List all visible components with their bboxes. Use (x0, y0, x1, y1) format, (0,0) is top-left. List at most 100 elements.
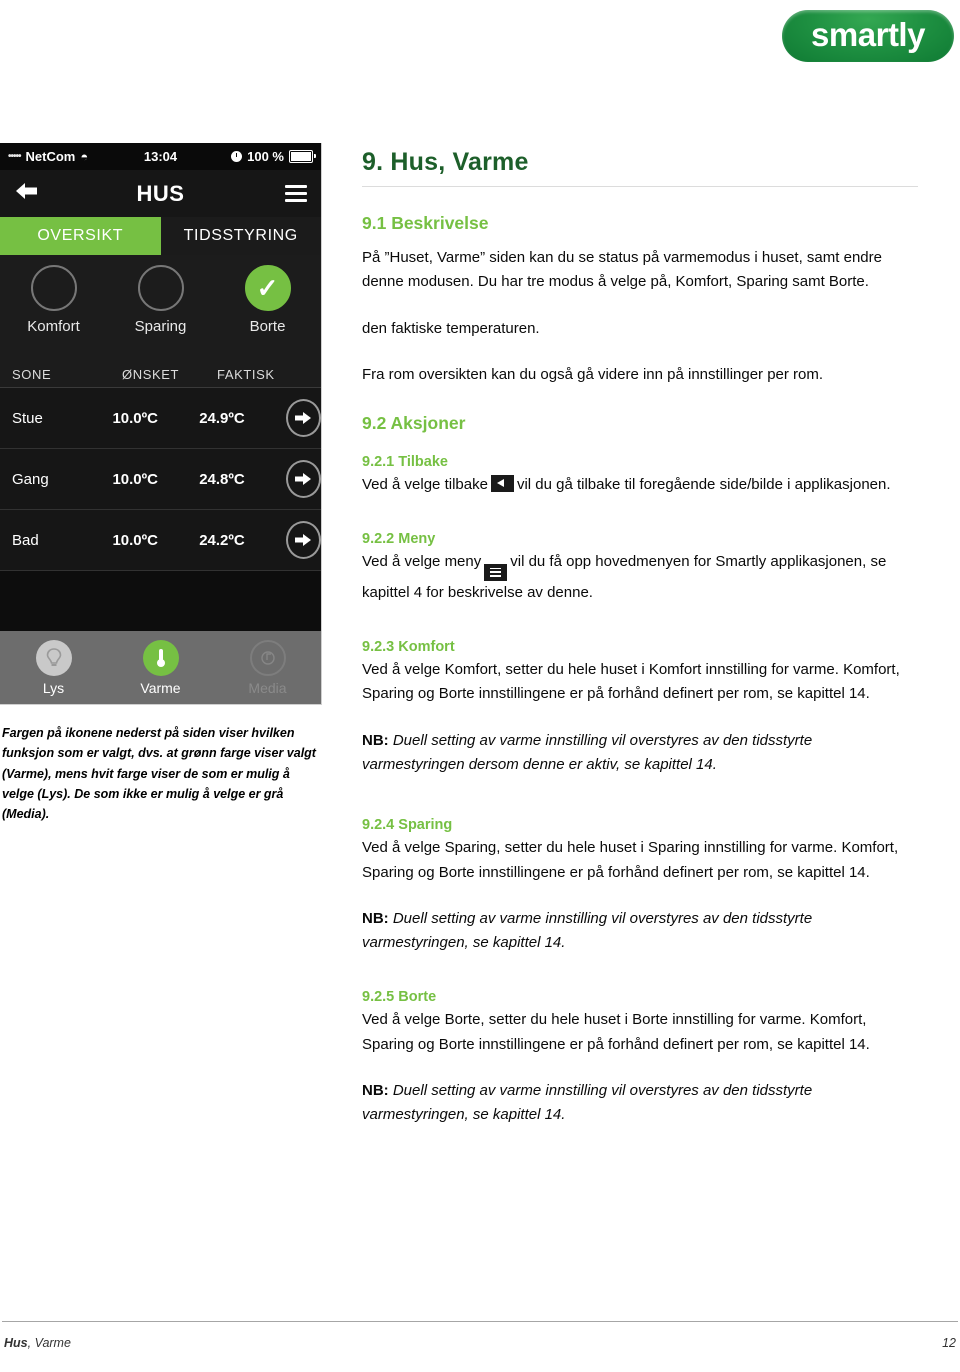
signal-strength-icon: ••••• (8, 151, 21, 162)
table-row[interactable]: Bad 10.0ºC 24.2ºC (0, 510, 321, 571)
logo-text: smartly (811, 16, 925, 53)
section-9-1-heading: 9.1 Beskrivelse (362, 213, 489, 233)
lightbulb-icon (35, 640, 72, 676)
row-zone-name: Gang (12, 470, 49, 488)
section-9-2-4-note: NB: Duell setting av varme innstilling v… (362, 907, 918, 956)
section-9-1-paragraph-1: På ”Huset, Varme” siden kan du se status… (362, 249, 882, 291)
section-9-2-5-paragraph: Ved å velge Borte, setter du hele huset … (362, 1011, 870, 1053)
row-forward-arrow-icon[interactable] (285, 460, 321, 498)
column-header-faktisk: FAKTISK (217, 366, 275, 382)
mode-komfort[interactable]: Komfort (0, 265, 107, 335)
battery-icon (289, 150, 316, 163)
row-desired-temp: 10.0ºC (112, 531, 158, 549)
row-actual-temp: 24.2ºC (199, 531, 245, 549)
nb-text: Duell setting av varme innstilling vil o… (362, 1082, 813, 1124)
alarm-clock-icon (231, 151, 243, 162)
phone-screenshot: ••••• NetCom ◓ 13:04 100 % HUS OVERSIKT … (0, 143, 322, 705)
bottom-tab-media-label: Media (248, 680, 287, 696)
carrier-label: NetCom (25, 149, 76, 164)
section-9-2-1-heading: 9.2.1 Tilbake (362, 454, 448, 471)
mode-selector: Komfort Sparing ✓ Borte (0, 255, 321, 361)
tilbake-text-after: vil du gå tilbake til foregående side/bi… (516, 476, 891, 494)
section-9-2-2-heading: 9.2.2 Meny (362, 531, 436, 548)
hamburger-menu-icon[interactable] (285, 181, 307, 206)
zone-table-header: SONE ØNSKET FAKTISK (0, 361, 321, 388)
phone-nav-bar: HUS (0, 170, 321, 217)
section-9-2-3-heading: 9.2.3 Komfort (362, 639, 455, 656)
tab-tidsstyring-label: TIDSSTYRING (183, 227, 298, 244)
nb-label: NB: (362, 909, 389, 927)
check-icon: ✓ (256, 273, 279, 303)
bottom-tab-lys-label: Lys (42, 680, 65, 696)
mode-komfort-circle (30, 265, 77, 311)
chapter-title: 9. Hus, Varme (362, 148, 529, 176)
page-title: HUS (136, 180, 185, 206)
tab-oversikt[interactable]: OVERSIKT (0, 217, 161, 255)
mode-sparing-label: Sparing (134, 318, 187, 335)
media-icon (249, 640, 286, 676)
status-bar-right: 100 % (193, 149, 316, 164)
row-desired-temp: 10.0ºC (112, 409, 158, 427)
back-arrow-icon (490, 475, 514, 493)
nb-text: Duell setting av varme innstilling vil o… (362, 909, 813, 952)
section-9-1-paragraph-2: den faktiske temperaturen. (362, 319, 540, 337)
bottom-tab-varme[interactable]: Varme (107, 640, 214, 696)
tab-oversikt-label: OVERSIKT (37, 227, 124, 244)
mode-sparing[interactable]: Sparing (107, 265, 214, 335)
row-desired-temp: 10.0ºC (112, 470, 158, 488)
page-number: 12 (942, 1336, 956, 1350)
clock-label: 13:04 (143, 149, 178, 164)
status-bar-left: ••••• NetCom ◓ (8, 149, 128, 164)
document-body: 9. Hus, Varme 9.1 Beskrivelse På ”Huset,… (362, 148, 918, 1128)
nb-label: NB: (362, 731, 389, 749)
section-9-2-2-paragraph: Ved å velge meny vil du få opp hovedmenye… (362, 550, 918, 605)
title-divider (362, 186, 918, 187)
page-footer: Hus, Varme 12 (0, 1321, 960, 1350)
tab-tidsstyring[interactable]: TIDSSTYRING (161, 217, 322, 255)
smartly-logo: smartly (782, 10, 954, 62)
wifi-icon: ◓ (80, 149, 89, 164)
meny-text-before: Ved å velge meny (362, 553, 482, 571)
section-9-1-paragraph-3: Fra rom oversikten kan du også gå videre… (362, 365, 824, 383)
column-header-onsket: ØNSKET (122, 366, 180, 382)
nb-label: NB: (362, 1082, 389, 1100)
column-header-sone: SONE (12, 366, 52, 382)
bottom-tab-varme-label: Varme (140, 680, 181, 696)
row-forward-arrow-icon[interactable] (285, 399, 321, 437)
phone-status-bar: ••••• NetCom ◓ 13:04 100 % (0, 143, 321, 170)
tilbake-text-before: Ved å velge tilbake (362, 476, 488, 494)
section-9-2-1-paragraph: Ved å velge tilbake vil du gå tilbake til… (362, 473, 918, 497)
footer-chapter: Hus (4, 1336, 28, 1350)
hamburger-menu-icon (484, 563, 508, 581)
phone-bottom-tab-bar: Lys Varme Media (0, 631, 321, 704)
mode-borte[interactable]: ✓ Borte (214, 265, 321, 335)
section-9-2-5-heading: 9.2.5 Borte (362, 989, 437, 1006)
row-actual-temp: 24.9ºC (199, 409, 245, 427)
bottom-tab-lys[interactable]: Lys (0, 640, 107, 696)
nb-text: Duell setting av varme innstilling vil o… (362, 731, 813, 773)
section-9-2-4-heading: 9.2.4 Sparing (362, 817, 453, 834)
section-9-2-3-note: NB: Duell setting av varme innstilling v… (362, 729, 918, 778)
section-9-2-3-paragraph: Ved å velge Komfort, setter du hele huse… (362, 661, 900, 703)
row-zone-name: Bad (12, 531, 39, 549)
table-row[interactable]: Gang 10.0ºC 24.8ºC (0, 449, 321, 510)
footer-row: Hus, Varme 12 (0, 1322, 960, 1350)
logo-pill: smartly (782, 10, 954, 62)
back-arrow-icon[interactable] (14, 180, 40, 207)
section-9-2-5-note: NB: Duell setting av varme innstilling v… (362, 1079, 918, 1128)
section-9-2-4-paragraph: Ved å velge Sparing, setter du hele huse… (362, 839, 899, 881)
mode-borte-circle: ✓ (244, 265, 291, 311)
footer-subchapter: , Varme (27, 1336, 71, 1350)
thermometer-icon (142, 640, 179, 676)
figure-caption: Fargen på ikonene nederst på siden viser… (2, 726, 316, 821)
battery-percent-label: 100 % (247, 149, 284, 164)
mode-sparing-circle (137, 265, 184, 311)
row-zone-name: Stue (12, 409, 43, 427)
empty-list-area (0, 571, 321, 631)
bottom-tab-media: Media (214, 640, 321, 696)
table-row[interactable]: Stue 10.0ºC 24.9ºC (0, 388, 321, 449)
section-9-2-heading: 9.2 Aksjoner (362, 413, 466, 434)
row-forward-arrow-icon[interactable] (285, 521, 321, 559)
footer-breadcrumb: Hus, Varme (4, 1336, 71, 1350)
row-actual-temp: 24.8ºC (199, 470, 245, 488)
